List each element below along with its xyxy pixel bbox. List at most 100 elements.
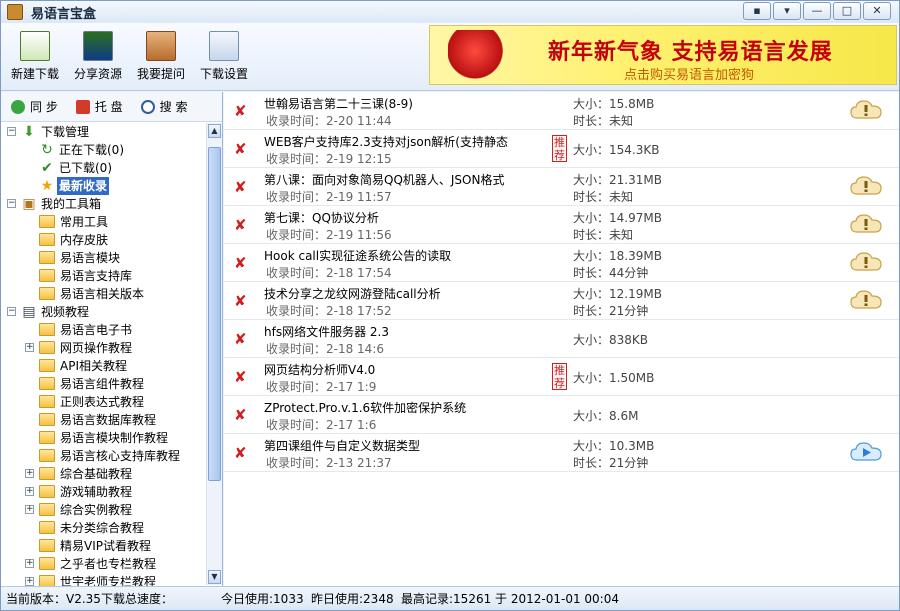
expand-icon[interactable]: + [25,577,34,586]
tree-node-regex[interactable]: 正则表达式教程 [1,393,207,411]
minimize-button[interactable]: — [803,2,831,20]
expand-icon[interactable]: + [25,487,34,496]
menu-icon[interactable]: ▾ [773,2,801,20]
item-time: 收录时间：2-19 11:57 [266,190,392,204]
expand-icon[interactable]: + [25,469,34,478]
tree-node-basics[interactable]: + 综合基础教程 [1,465,207,483]
item-title[interactable]: 第四课组件与自定义数据类型 [264,437,420,454]
tab-search[interactable]: 搜 索 [140,98,187,115]
list-item[interactable]: ✘ 第四课组件与自定义数据类型 收录时间：2-13 21:37 大小：10.3M… [224,434,899,472]
delete-icon[interactable]: ✘ [234,294,247,309]
tree-node-components[interactable]: 易语言组件教程 [1,375,207,393]
list-item[interactable]: ✘ 网页结构分析师V4.0 收录时间：2-17 1:9 推荐 大小：1.50MB [224,358,899,396]
tree-node-ebooks[interactable]: 易语言电子书 [1,321,207,339]
item-title[interactable]: 网页结构分析师V4.0 [264,361,375,378]
tree-node-api[interactable]: API相关教程 [1,357,207,375]
tree-node-web-tutorials[interactable]: + 网页操作教程 [1,339,207,357]
tree-node-downloaded[interactable]: ✔ 已下载(0) [1,159,207,177]
tree-node-vip[interactable]: 精易VIP试看教程 [1,537,207,555]
list-item[interactable]: ✘ 第七课：QQ协议分析 收录时间：2-19 11:56 大小：14.97MB … [224,206,899,244]
tree-node-download-manage[interactable]: − ⬇ 下载管理 [1,123,207,141]
list-item[interactable]: ✘ hfs网络文件服务器 2.3 收录时间：2-18 14:6 大小：838KB [224,320,899,358]
list-item[interactable]: ✘ 第八课：面向对象简易QQ机器人、JSON格式 收录时间：2-19 11:57… [224,168,899,206]
item-title[interactable]: ZProtect.Pro.v.1.6软件加密保护系统 [264,399,466,416]
tree-scrollbar[interactable]: ▲ ▼ [206,123,222,585]
tree-node-video[interactable]: − ▤ 视频教程 [1,303,207,321]
collapse-icon[interactable]: − [7,127,16,136]
delete-icon[interactable]: ✘ [234,218,247,233]
delete-icon[interactable]: ✘ [234,104,247,119]
tree-node-label: 最新收录 [57,177,110,195]
scroll-thumb[interactable] [208,147,221,481]
folder-icon [39,341,55,354]
app-window: 易语言宝盒 ▪ ▾ — □ ✕ 新建下载 分享资源 我要提问 下载设置 新年新气… [0,0,900,611]
cloud-download-icon[interactable] [850,98,882,120]
tree-node-downloading[interactable]: ↻ 正在下载(0) [1,141,207,159]
tree-node-column-shiyu[interactable]: + 世宇老师专栏教程 [1,573,207,586]
tree-node-module-making[interactable]: 易语言模块制作教程 [1,429,207,447]
new-download-button[interactable]: 新建下载 [6,31,64,82]
cloud-download-icon[interactable] [850,250,882,272]
ad-banner[interactable]: 新年新气象 支持易语言发展 点击购买易语言加密狗 [429,25,897,85]
delete-icon[interactable]: ✘ [234,256,247,271]
list-item[interactable]: ✘ WEB客户支持库2.3支持对json解析(支持静态 收录时间：2-19 12… [224,130,899,168]
folder-icon [39,323,55,336]
tree-node-game-assist[interactable]: + 游戏辅助教程 [1,483,207,501]
list-item[interactable]: ✘ 世翰易语言第二十三课(8-9) 收录时间：2-20 11:44 大小：15.… [224,92,899,130]
collapse-icon[interactable]: − [7,307,16,316]
list-item[interactable]: ✘ 技术分享之龙纹网游登陆call分析 收录时间：2-18 17:52 大小：1… [224,282,899,320]
collapse-icon[interactable]: − [7,199,16,208]
tree-node-toolbox[interactable]: − ▣ 我的工具箱 [1,195,207,213]
expand-icon[interactable]: + [25,343,34,352]
delete-icon[interactable]: ✘ [234,180,247,195]
item-time: 收录时间：2-18 14:6 [266,342,384,356]
delete-icon[interactable]: ✘ [234,446,247,461]
chat-icon[interactable]: ▪ [743,2,771,20]
expand-icon[interactable]: + [25,505,34,514]
tree-node-column-zhihu[interactable]: + 之乎者也专栏教程 [1,555,207,573]
tab-sync[interactable]: 同 步 [11,98,58,115]
delete-icon[interactable]: ✘ [234,408,247,423]
tree-node-common-tools[interactable]: 常用工具 [1,213,207,231]
tree-node-memory-skin[interactable]: 内存皮肤 [1,231,207,249]
tree-node-versions[interactable]: 易语言相关版本 [1,285,207,303]
scroll-down-icon[interactable]: ▼ [208,570,221,584]
tree-node-database[interactable]: 易语言数据库教程 [1,411,207,429]
item-title[interactable]: 第八课：面向对象简易QQ机器人、JSON格式 [264,171,504,188]
tree-node-modules[interactable]: 易语言模块 [1,249,207,267]
title-bar: 易语言宝盒 ▪ ▾ — □ ✕ [1,1,899,23]
sync-icon [11,99,25,114]
share-resource-button[interactable]: 分享资源 [69,31,127,82]
delete-icon[interactable]: ✘ [234,370,247,385]
delete-icon[interactable]: ✘ [234,332,247,347]
item-title[interactable]: WEB客户支持库2.3支持对json解析(支持静态 [264,133,508,150]
download-settings-button[interactable]: 下载设置 [195,31,253,82]
list-item[interactable]: ✘ Hook call实现征途系统公告的读取 收录时间：2-18 17:54 大… [224,244,899,282]
cloud-download-icon[interactable] [850,212,882,234]
scroll-up-icon[interactable]: ▲ [208,124,221,138]
item-time: 收录时间：2-19 12:15 [266,152,392,166]
tab-tray[interactable]: 托 盘 [75,98,123,115]
tree-node-label: 下载管理 [41,125,90,139]
cloud-download-icon[interactable] [850,288,882,310]
ask-question-button[interactable]: 我要提问 [132,31,190,82]
expand-icon[interactable]: + [25,559,34,568]
tree-node-support-libs[interactable]: 易语言支持库 [1,267,207,285]
tree-node-latest[interactable]: ★ 最新收录 [1,177,207,195]
tree-node-core-lib[interactable]: 易语言核心支持库教程 [1,447,207,465]
cloud-download-icon[interactable] [850,174,882,196]
tree-node-examples[interactable]: + 综合实例教程 [1,501,207,519]
item-title[interactable]: Hook call实现征途系统公告的读取 [264,247,451,264]
list-item[interactable]: ✘ ZProtect.Pro.v.1.6软件加密保护系统 收录时间：2-17 1… [224,396,899,434]
recommend-badge: 推荐 [552,135,567,162]
tree-node-uncategorized[interactable]: 未分类综合教程 [1,519,207,537]
item-title[interactable]: 第七课：QQ协议分析 [264,209,379,226]
maximize-button[interactable]: □ [833,2,861,20]
tree-node-label: 常用工具 [60,215,109,229]
delete-icon[interactable]: ✘ [234,142,247,157]
cloud-play-icon[interactable] [850,440,882,462]
item-title[interactable]: 世翰易语言第二十三课(8-9) [264,95,413,112]
item-title[interactable]: hfs网络文件服务器 2.3 [264,323,389,340]
close-button[interactable]: ✕ [863,2,891,20]
item-title[interactable]: 技术分享之龙纹网游登陆call分析 [264,285,441,302]
